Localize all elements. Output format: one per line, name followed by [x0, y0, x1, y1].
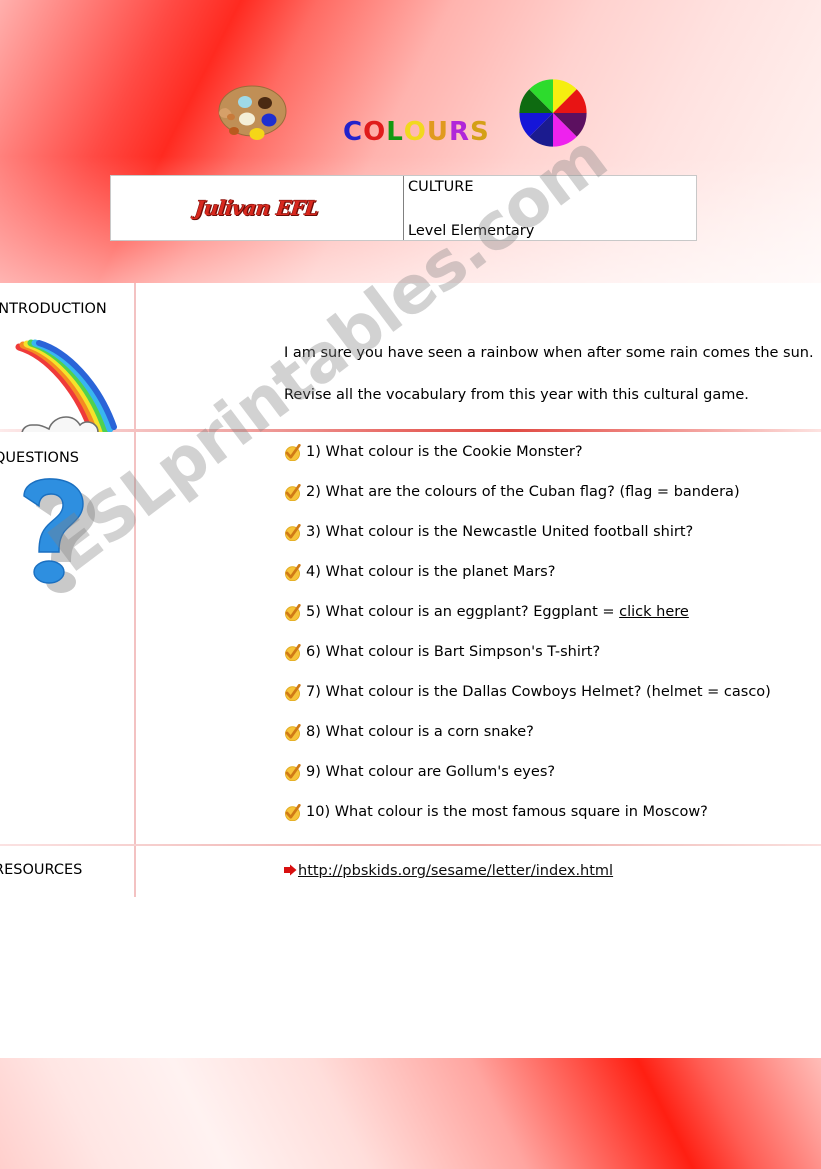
color-wheel-icon [519, 79, 587, 147]
questions-label-cell: QUESTIONS [0, 432, 136, 844]
check-mark-icon [285, 764, 301, 781]
question-item: 4) What colour is the planet Mars? [284, 564, 821, 581]
header-info-table: Julivan EFL CULTURE Level Elementary [110, 175, 697, 241]
question-item: 10) What colour is the most famous squar… [284, 804, 821, 821]
question-item: 9) What colour are Gollum's eyes? [284, 764, 821, 781]
check-mark-icon [285, 564, 301, 581]
resources-label-cell: RESOURCES [0, 846, 136, 897]
title-letter: R [449, 117, 471, 147]
introduction-row: INTRODUCTION I am sure you have seen a r… [0, 283, 821, 455]
header-meta-cell: CULTURE Level Elementary [404, 176, 696, 240]
introduction-body: I am sure you have seen a rainbow when a… [136, 283, 821, 429]
title-letter: C [343, 117, 364, 147]
question-item: 3) What colour is the Newcastle United f… [284, 524, 821, 541]
question-text: 8) What colour is a corn snake? [306, 724, 534, 740]
check-mark-icon [285, 684, 301, 701]
title-letter: U [426, 117, 450, 147]
check-mark-icon [285, 604, 301, 621]
question-text: 10) What colour is the most famous squar… [306, 804, 708, 820]
check-mark-icon [285, 524, 301, 541]
question-item: 8) What colour is a corn snake? [284, 724, 821, 741]
question-text: 2) What are the colours of the Cuban fla… [306, 484, 740, 500]
resource-url-link[interactable]: http://pbskids.org/sesame/letter/index.h… [298, 863, 613, 879]
question-text: 6) What colour is Bart Simpson's T-shirt… [306, 644, 601, 660]
question-item: 5) What colour is an eggplant? Eggplant … [284, 604, 821, 621]
question-text: 7) What colour is the Dallas Cowboys Hel… [306, 684, 771, 700]
red-arrow-icon [284, 863, 297, 881]
check-mark-icon [285, 644, 301, 661]
paint-palette-icon [218, 85, 287, 140]
level-label: Level Elementary [408, 223, 535, 240]
check-mark-icon [285, 804, 301, 821]
worksheet-page: COLOURS Julivan EFL CULTURE Level Elemen… [0, 0, 821, 1169]
julivan-efl-logo: Julivan EFL [194, 196, 320, 220]
section-label-resources: RESOURCES [0, 862, 83, 878]
logo-cell: Julivan EFL [111, 176, 404, 240]
resources-body: http://pbskids.org/sesame/letter/index.h… [136, 846, 821, 897]
title-letter: O [363, 117, 387, 147]
question-text: 3) What colour is the Newcastle United f… [306, 524, 694, 540]
introduction-label-cell: INTRODUCTION [0, 283, 136, 455]
section-label-introduction: INTRODUCTION [0, 301, 107, 317]
check-mark-icon [285, 724, 301, 741]
title-letter: S [470, 117, 490, 147]
section-label-questions: QUESTIONS [0, 450, 79, 466]
question-mark-icon [23, 478, 95, 593]
intro-paragraph: Revise all the vocabulary from this year… [284, 387, 749, 403]
intro-paragraph: I am sure you have seen a rainbow when a… [284, 345, 814, 361]
question-text: 1) What colour is the Cookie Monster? [306, 444, 583, 460]
question-item: 7) What colour is the Dallas Cowboys Hel… [284, 684, 821, 701]
question-item: 6) What colour is Bart Simpson's T-shirt… [284, 644, 821, 661]
questions-row: QUESTIONS 1) What colour is the Cookie M… [0, 432, 821, 844]
title-letter: O [403, 117, 427, 147]
worksheet-table: INTRODUCTION I am sure you have seen a r… [0, 283, 821, 897]
category-label: CULTURE [408, 179, 474, 195]
question-item: 1) What colour is the Cookie Monster? [284, 444, 821, 461]
question-text: 5) What colour is an eggplant? Eggplant … [306, 604, 620, 620]
bottom-gradient-banner [0, 1058, 821, 1169]
eggplant-click-here-link[interactable]: click here [619, 604, 689, 620]
resources-row: RESOURCES http://pbskids.org/sesame/lett… [0, 846, 821, 897]
check-mark-icon [285, 484, 301, 501]
question-text: 9) What colour are Gollum's eyes? [306, 764, 556, 780]
question-item: 2) What are the colours of the Cuban fla… [284, 484, 821, 501]
question-text: 4) What colour is the planet Mars? [306, 564, 556, 580]
title-letter: L [386, 117, 404, 147]
questions-body: 1) What colour is the Cookie Monster? 2)… [136, 432, 821, 844]
page-title: COLOURS [343, 119, 490, 145]
check-mark-icon [285, 444, 301, 461]
